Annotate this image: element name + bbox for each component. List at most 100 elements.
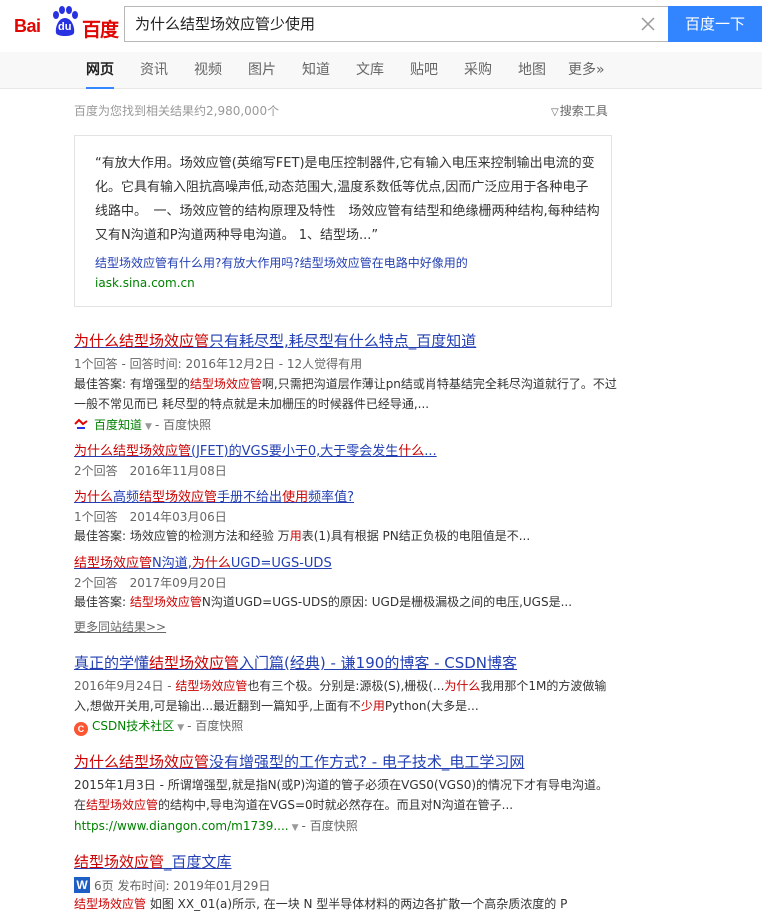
sub-result-meta: 2个回答 2017年09月20日 (74, 576, 227, 590)
sub-result-abstract: 最佳答案: 结型场效应管N沟道UGD=UGS-UDS的原因: UGD是栅极漏极之… (74, 592, 619, 612)
chevron-down-icon[interactable]: ▼ (145, 422, 152, 432)
chevron-down-icon[interactable]: ▼ (177, 723, 184, 733)
sub-result-meta: 2个回答 2016年11月08日 (74, 464, 227, 478)
sub-result-title[interactable]: 为什么高频结型场效应管手册不给出使用频率值? (74, 486, 354, 505)
title-highlight: 为什么结型场效应管 (74, 444, 192, 459)
title-text: 手册不给出 (217, 490, 283, 505)
title-highlight: 为什么 (191, 556, 231, 571)
tab-news[interactable]: 资讯 (140, 52, 168, 89)
title-text: 没有增强型的工作方式? - 电子技术_电工学习网 (209, 753, 525, 771)
result-abstract: 最佳答案: 有增强型的结型场效应管啊,只需把沟道层作薄让pn结或肖特基结完全耗尽… (74, 374, 619, 414)
result-meta: 6页 发布时间: 2019年01月29日 (94, 879, 271, 893)
filter-icon: ▽ (551, 107, 559, 118)
abstract-text: 最佳答案: 有增强型的 (74, 377, 190, 391)
abstract-highlight: 结型场效应管 (86, 798, 159, 812)
abstract-highlight: 用 (289, 529, 302, 543)
title-highlight: 为什么 (74, 490, 114, 505)
header: Bai du 百度 为什么结型场效应管少使用 百度一下 (0, 0, 762, 52)
result-url[interactable]: https://www.diangon.com/m1739.... (74, 819, 289, 833)
title-text: 频率值? (308, 490, 354, 505)
title-highlight: 结型场效应管 (74, 556, 153, 571)
abstract-highlight: 为什么 (444, 679, 481, 693)
title-highlight: 什么 (398, 444, 425, 459)
abstract-highlight: 结型场效应管 (129, 595, 202, 609)
tab-web[interactable]: 网页 (86, 52, 114, 89)
result-abstract: 结型场效应管 如图 XX_01(a)所示, 在一块 N 型半导体材料的两边各扩散… (74, 894, 614, 914)
result-count: 百度为您找到相关结果约2,980,000个 (74, 104, 280, 118)
abstract-text: 也有三个极。分别是:源极(S),栅极(... (247, 679, 445, 693)
answer-link[interactable]: 结型场效应管有什么用?有放大作用吗?结型场效应管在电路中好像用的 (95, 254, 468, 271)
title-highlight: 结型场效应管 (139, 490, 218, 505)
answer-text: “有放大作用。场效应管(英缩写FET)是电压控制器件,它有输入电压来控制输出电流… (95, 156, 600, 243)
search-tools-button[interactable]: ▽搜索工具 (551, 102, 608, 119)
abstract-text: 表(1)具有根据 PN结正负极的电阻值是不... (301, 529, 531, 543)
tab-wenku[interactable]: 文库 (356, 52, 384, 89)
abstract-text: 的结构中,导电沟道在VGS=0时就必然存在。而且对N沟道在管子... (158, 798, 514, 812)
sub-result-title[interactable]: 为什么结型场效应管(JFET)的VGS要小于0,大于零会发生什么... (74, 440, 437, 459)
zhidao-icon (74, 418, 88, 429)
sub-result-abstract: 最佳答案: 场效应管的检测方法和经验 万用表(1)具有根据 PN结正负极的电阻值… (74, 526, 619, 546)
baidu-logo[interactable]: Bai du 百度 (14, 4, 120, 42)
logo-text-bai: Bai (14, 16, 41, 36)
title-text: 高频 (113, 490, 140, 505)
word-doc-icon: W (74, 877, 90, 893)
result-title[interactable]: 结型场效应管_百度文库 (74, 851, 232, 872)
tab-video[interactable]: 视频 (194, 52, 222, 89)
chevron-down-icon[interactable]: ▼ (292, 823, 299, 833)
title-text: ... (424, 444, 437, 459)
abstract-text: 最佳答案: (74, 595, 130, 609)
logo-text-baidu: 百度 (82, 19, 119, 41)
title-highlight: 结型场效应管 (149, 654, 240, 672)
tab-zhidao[interactable]: 知道 (302, 52, 330, 89)
tab-more[interactable]: 更多» (568, 52, 605, 89)
sub-result-title[interactable]: 结型场效应管N沟道,为什么UGD=UGS-UDS (74, 552, 332, 571)
abstract-highlight: 结型场效应管 (189, 377, 262, 391)
snapshot-link[interactable]: 百度快照 (163, 418, 211, 432)
abstract-text: 如图 XX_01(a)所示, 在一块 N 型半导体材料的两边各扩散一个高杂质浓度… (146, 897, 568, 911)
abstract-highlight: 少用 (360, 699, 385, 713)
result-source: C CSDN技术社区 ▼ - 百度快照 (74, 717, 243, 736)
csdn-icon: C (74, 722, 88, 736)
answer-url: iask.sina.com.cn (95, 276, 195, 290)
answer-box: “有放大作用。场效应管(英缩写FET)是电压控制器件,它有输入电压来控制输出电流… (74, 135, 612, 307)
tab-tieba[interactable]: 贴吧 (410, 52, 438, 89)
tab-bar: 网页 资讯 视频 图片 知道 文库 贴吧 采购 地图 更多» (0, 52, 762, 89)
sub-result-meta: 1个回答 2014年03月06日 (74, 510, 227, 524)
tab-caigou[interactable]: 采购 (464, 52, 492, 89)
result-title[interactable]: 为什么结型场效应管没有增强型的工作方式? - 电子技术_电工学习网 (74, 751, 524, 772)
title-text: _百度文库 (164, 853, 232, 871)
tab-map[interactable]: 地图 (518, 52, 546, 89)
abstract-text: Python(大多是... (384, 699, 479, 713)
snapshot-link[interactable]: 百度快照 (195, 719, 243, 733)
title-text: 只有耗尽型,耗尽型有什么特点_百度知道 (209, 332, 477, 350)
abstract-highlight: 结型场效应管 (74, 897, 147, 911)
tab-images[interactable]: 图片 (248, 52, 276, 89)
title-highlight: 使用 (282, 490, 309, 505)
source-name[interactable]: 百度知道 (94, 418, 142, 432)
title-highlight: 为什么结型场效应管 (74, 753, 210, 771)
result-source: https://www.diangon.com/m1739.... ▼ - 百度快照 (74, 819, 358, 833)
abstract-text: 最佳答案: 场效应管的检测方法和经验 万 (74, 529, 290, 543)
title-highlight: 为什么结型场效应管 (74, 332, 210, 350)
more-site-results-link[interactable]: 更多同站结果>> (74, 618, 166, 635)
title-highlight: 结型场效应管 (74, 853, 165, 871)
search-input[interactable]: 为什么结型场效应管少使用 (125, 7, 625, 41)
search-tools-label: 搜索工具 (559, 104, 608, 118)
title-text: UGD=UGS-UDS (230, 556, 332, 571)
close-icon[interactable] (639, 15, 657, 33)
logo-text-du: du (58, 21, 72, 33)
snapshot-link[interactable]: 百度快照 (310, 819, 358, 833)
result-abstract: 2016年9月24日 - 结型场效应管也有三个极。分别是:源极(S),栅极(..… (74, 676, 619, 716)
title-text: N沟道, (152, 556, 192, 571)
result-abstract: 2015年1月3日 - 所谓增强型,就是指N(或P)沟道的管子必须在VGS0(V… (74, 775, 619, 815)
result-title[interactable]: 真正的学懂结型场效应管入门篇(经典) - 谦190的博客 - CSDN博客 (74, 652, 517, 673)
result-meta: 1个回答 - 回答时间: 2016年12月2日 - 12人觉得有用 (74, 357, 363, 371)
search-box: 为什么结型场效应管少使用 (124, 6, 668, 42)
abstract-highlight: 结型场效应管 (175, 679, 248, 693)
title-text: 真正的学懂 (74, 654, 150, 672)
title-text: (JFET)的VGS要小于0,大于零会发生 (191, 444, 399, 459)
result-title[interactable]: 为什么结型场效应管只有耗尽型,耗尽型有什么特点_百度知道 (74, 330, 476, 351)
search-button[interactable]: 百度一下 (668, 6, 762, 42)
source-name[interactable]: CSDN技术社区 (92, 719, 174, 733)
title-text: 入门篇(经典) - 谦190的博客 - CSDN博客 (239, 654, 518, 672)
